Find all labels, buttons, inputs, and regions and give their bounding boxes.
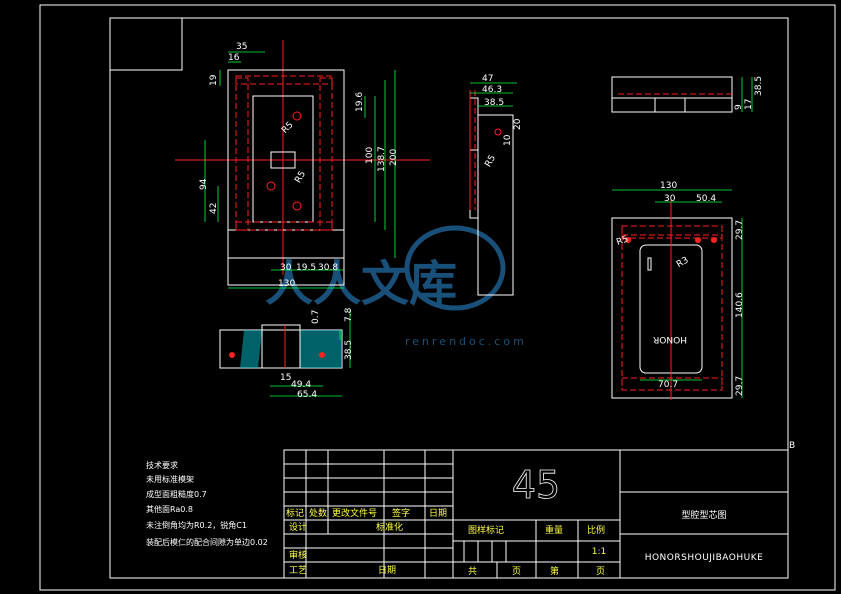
small-view: 9 17 38.5: [611, 76, 764, 113]
dim-29-7b: 29.7: [735, 376, 745, 396]
dim-138-7: 138.7: [377, 146, 387, 172]
label-design: 设计: [289, 521, 307, 533]
dim-50-4: 50.4: [696, 194, 716, 204]
dim-17: 17: [744, 99, 754, 110]
dim-16: 16: [228, 53, 240, 63]
label-date2: 日期: [378, 565, 396, 576]
section-view: 0.7 7.8 38.5 15 49.4 65.4: [219, 307, 354, 400]
dim-10: 10: [503, 134, 513, 146]
dim-200: 200: [389, 149, 399, 166]
dim-140-6: 140.6: [735, 292, 745, 318]
dim-r5-d: R5: [615, 234, 630, 247]
sheet-marker: B: [789, 441, 795, 451]
side-view: 47 46.3 38.5 20 10 R5: [469, 74, 523, 296]
watermark-url: renrendoc.com: [405, 335, 527, 348]
label-sign: 签字: [392, 507, 410, 519]
dim-65-4: 65.4: [297, 390, 317, 400]
dim-20: 20: [513, 118, 523, 130]
label-ratio: 比例: [587, 524, 605, 536]
right-view: HONOR 130 30 50.4 29.7 R5 R3 140.6 29.7 …: [611, 181, 745, 400]
dim-7-8: 7.8: [344, 307, 354, 322]
dim-94: 94: [199, 178, 209, 190]
dim-r5-a: R5: [280, 120, 296, 136]
dim-30b: 30: [664, 194, 676, 204]
label-review: 审核: [289, 549, 307, 561]
dim-r5-c: R5: [483, 154, 498, 169]
dim-38-5: 38.5: [344, 340, 354, 360]
title-block: 45 型腔型芯图 HONORSHOUJIBAOHUKE 1:1 标记 处数 更改…: [283, 449, 789, 579]
tech-note-5: 装配后模仁的配合间隙为单边0.02: [146, 537, 268, 547]
tech-note-3: 其他面Ra0.8: [146, 504, 193, 514]
label-process: 工艺: [289, 565, 307, 576]
label-change-doc: 更改文件号: [332, 507, 377, 519]
dim-15: 15: [280, 373, 291, 383]
tech-note-2: 成型面粗糙度0.7: [146, 489, 207, 499]
dim-r5-b: R5: [293, 170, 308, 185]
dim-49-4: 49.4: [291, 380, 311, 390]
dim-38-5c: 38.5: [754, 76, 764, 96]
dim-130b: 130: [660, 181, 677, 191]
dim-100: 100: [365, 147, 375, 164]
dim-130: 130: [278, 279, 295, 289]
label-page: 页: [512, 566, 521, 577]
dim-19-6: 19.6: [355, 92, 365, 112]
dim-35: 35: [236, 42, 247, 52]
tech-note-1: 未用标准模架: [146, 474, 194, 484]
label-standard: 标准化: [376, 521, 403, 533]
dim-30-8: 30.8: [318, 263, 338, 273]
top-view: 35 16 19 19.6 R5 100 138.7 200 R5 94 42 …: [175, 40, 430, 289]
corner-box: [109, 17, 183, 71]
label-stage-mark: 图样标记: [468, 524, 504, 536]
label-date: 日期: [429, 508, 447, 519]
drawing-name: 型腔型芯图: [681, 509, 726, 521]
dim-70-7: 70.7: [658, 380, 678, 390]
tech-note-4: 未注倒角均为R0.2，锐角C1: [146, 520, 247, 530]
tech-notes: 技术要求 未用标准模架 成型面粗糙度0.7 其他面Ra0.8 未注倒角均为R0.…: [146, 460, 268, 547]
dim-47: 47: [482, 74, 493, 84]
label-page2: 页: [596, 566, 605, 577]
tech-notes-title: 技术要求: [146, 460, 178, 470]
label-mark: 标记: [286, 507, 304, 519]
label-total: 共: [468, 566, 477, 577]
dim-29-7a: 29.7: [735, 220, 745, 240]
label-sheet-no: 第: [550, 565, 559, 577]
dim-9: 9: [734, 104, 744, 110]
dim-19-5: 19.5: [296, 263, 316, 273]
drawing-canvas: B 人人文库 renrendoc.com 35 16 19 19.6 R5 10…: [39, 4, 836, 591]
dim-0-7: 0.7: [311, 310, 321, 324]
dim-30: 30: [280, 263, 292, 273]
dim-38-5b: 38.5: [484, 98, 504, 108]
scale-value: 1:1: [592, 547, 606, 557]
label-weight: 重量: [545, 524, 563, 536]
dim-46-3: 46.3: [482, 85, 502, 95]
dim-42: 42: [209, 203, 219, 214]
dim-r3: R3: [675, 255, 690, 270]
label-count: 处数: [309, 507, 327, 519]
dim-19: 19: [209, 74, 219, 86]
drawing-code: HONORSHOUJIBAOHUKE: [645, 553, 764, 563]
honor-logo: HONOR: [653, 334, 687, 344]
material-label: 45: [512, 463, 560, 507]
